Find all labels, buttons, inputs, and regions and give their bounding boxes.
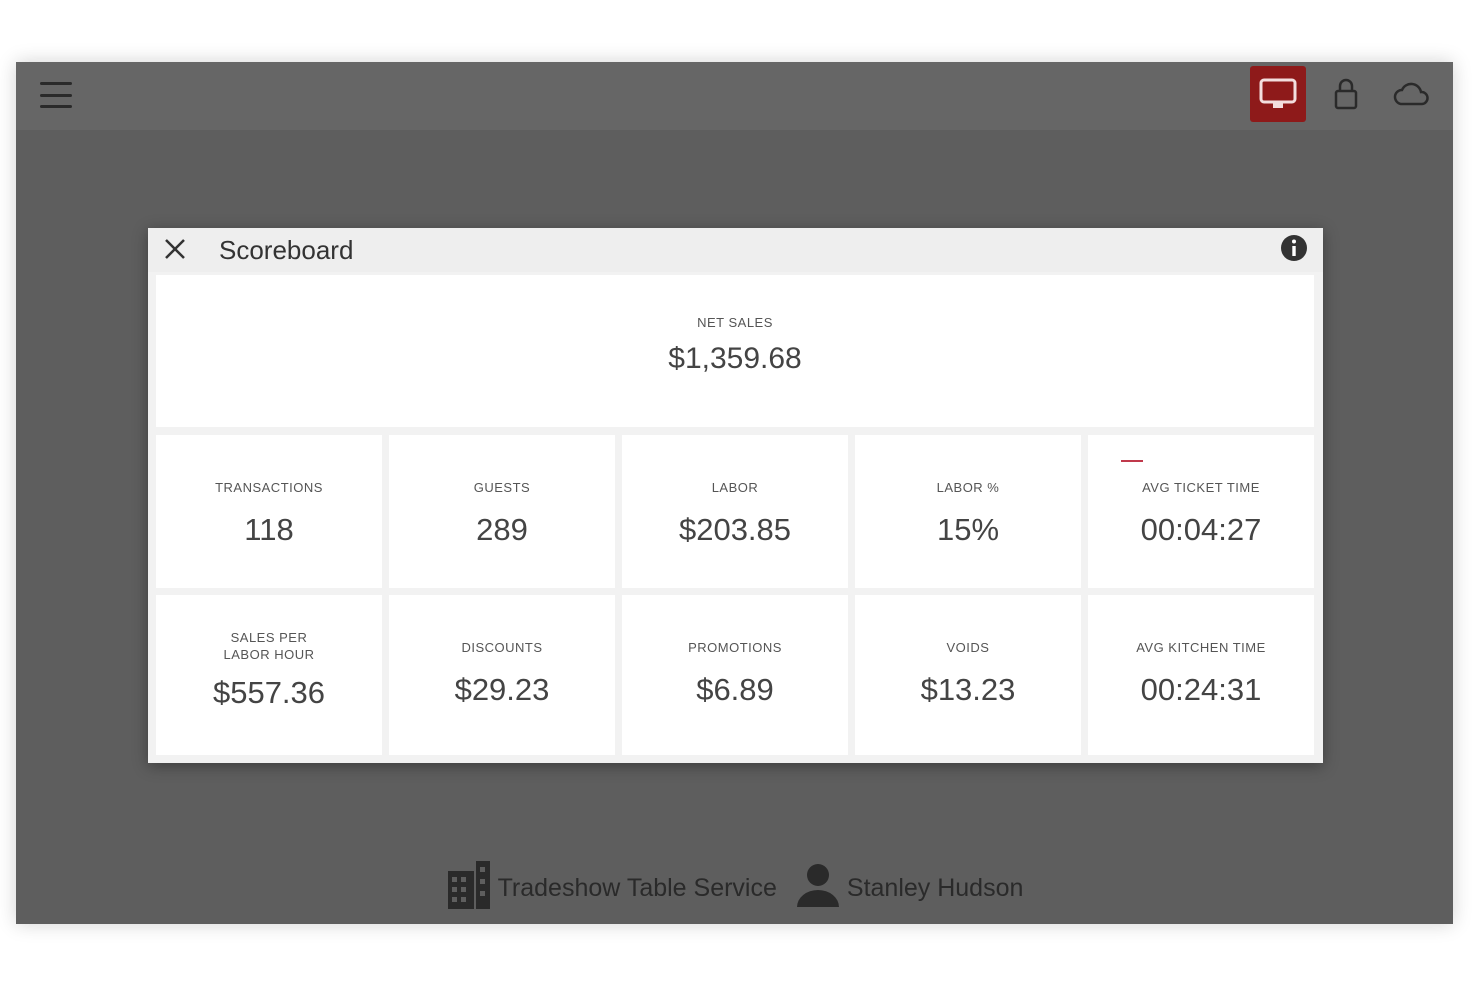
- net-sales-value: $1,359.68: [668, 342, 802, 375]
- metric-tile-promotions: PROMOTIONS $6.89: [622, 595, 848, 755]
- metric-tile-sales-per-labor-hour: SALES PER LABOR HOUR $557.36: [156, 595, 382, 755]
- metric-value: 118: [244, 512, 294, 547]
- metric-tile-avg-kitchen-time: AVG KITCHEN TIME 00:24:31: [1088, 595, 1314, 755]
- metric-value: $13.23: [920, 672, 1016, 707]
- metric-value: $557.36: [212, 675, 326, 710]
- metric-tile-guests: GUESTS 289: [389, 435, 615, 588]
- footer-status: Tradeshow Table Service Stanley Hudson: [16, 858, 1453, 918]
- metric-label: TRANSACTIONS: [215, 480, 323, 495]
- metric-label: LABOR: [711, 480, 759, 495]
- metric-label: LABOR %: [936, 480, 1000, 495]
- top-toolbar: [16, 62, 1453, 130]
- info-icon[interactable]: [1279, 233, 1309, 263]
- metric-value: $203.85: [678, 512, 792, 547]
- user-name: Stanley Hudson: [846, 873, 1024, 902]
- metric-value: $6.89: [696, 672, 774, 707]
- metric-value: 00:24:31: [1140, 672, 1262, 707]
- metric-tile-discounts: DISCOUNTS $29.23: [389, 595, 615, 755]
- metric-tile-avg-ticket-time: AVG TICKET TIME 00:04:27: [1088, 435, 1314, 588]
- location-info: Tradeshow Table Service: [446, 859, 777, 918]
- hamburger-menu-icon[interactable]: [40, 82, 72, 108]
- metric-label: AVG TICKET TIME: [1142, 480, 1260, 495]
- metric-tile-voids: VOIDS $13.23: [855, 595, 1081, 755]
- metric-label: GUESTS: [473, 480, 531, 495]
- metric-value: $29.23: [454, 672, 550, 707]
- location-name: Tradeshow Table Service: [497, 873, 777, 902]
- building-icon: [446, 859, 492, 918]
- metric-label: DISCOUNTS: [461, 640, 543, 655]
- net-sales-label: NET SALES: [697, 315, 773, 330]
- metric-value: 00:04:27: [1140, 512, 1262, 547]
- person-icon: [795, 861, 841, 916]
- metric-label: SALES PER LABOR HOUR: [223, 630, 315, 662]
- metric-value: 15%: [936, 512, 1000, 547]
- monitor-icon[interactable]: [1250, 66, 1306, 122]
- accent-mark: [1121, 460, 1143, 462]
- dialog-title: Scoreboard: [219, 235, 354, 265]
- user-info: Stanley Hudson: [795, 861, 1024, 916]
- cloud-icon[interactable]: [1384, 66, 1440, 122]
- net-sales-card: NET SALES $1,359.68: [156, 275, 1314, 427]
- metric-tile-labor: LABOR $203.85: [622, 435, 848, 588]
- metric-label: PROMOTIONS: [688, 640, 782, 655]
- lock-icon[interactable]: [1318, 66, 1374, 122]
- close-icon[interactable]: [160, 234, 190, 264]
- scoreboard-dialog: Scoreboard NET SALES $1,359.68 TRANSACTI…: [148, 228, 1323, 763]
- dialog-header: Scoreboard: [148, 228, 1323, 272]
- metric-tile-labor-percent: LABOR % 15%: [855, 435, 1081, 588]
- metrics-grid: TRANSACTIONS 118 GUESTS 289 LABOR $203.8…: [156, 435, 1318, 756]
- metric-value: 289: [476, 512, 528, 547]
- metric-label: AVG KITCHEN TIME: [1136, 640, 1266, 655]
- metric-tile-transactions: TRANSACTIONS 118: [156, 435, 382, 588]
- metric-label: VOIDS: [946, 640, 990, 655]
